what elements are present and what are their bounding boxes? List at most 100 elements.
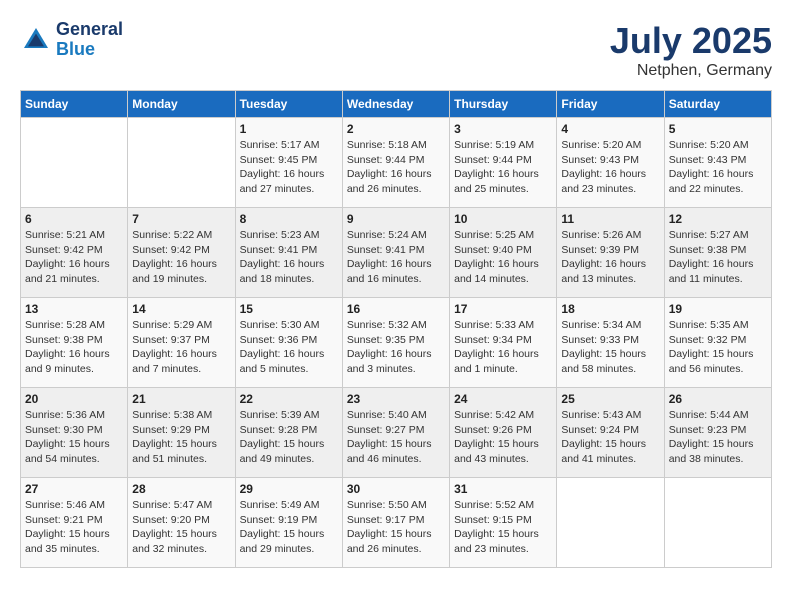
calendar-cell: 5 Sunrise: 5:20 AM Sunset: 9:43 PM Daylig… bbox=[664, 118, 771, 208]
calendar-cell: 19 Sunrise: 5:35 AM Sunset: 9:32 PM Dayli… bbox=[664, 298, 771, 388]
calendar-cell: 24 Sunrise: 5:42 AM Sunset: 9:26 PM Dayli… bbox=[450, 388, 557, 478]
calendar-cell: 21Sunrise: 5:38 AM Sunset: 9:29 PM Dayli… bbox=[128, 388, 235, 478]
day-info: Sunrise: 5:43 AM Sunset: 9:24 PM Dayligh… bbox=[561, 408, 659, 467]
week-row-3: 20 Sunrise: 5:36 AM Sunset: 9:30 PM Dayli… bbox=[21, 388, 772, 478]
day-info: Sunrise: 5:34 AM Sunset: 9:33 PM Dayligh… bbox=[561, 318, 659, 377]
calendar-cell: 18 Sunrise: 5:34 AM Sunset: 9:33 PM Dayli… bbox=[557, 298, 664, 388]
week-row-0: 1 Sunrise: 5:17 AM Sunset: 9:45 PM Daylig… bbox=[21, 118, 772, 208]
day-number: 14 bbox=[132, 302, 230, 316]
day-info: Sunrise: 5:24 AM Sunset: 9:41 PM Dayligh… bbox=[347, 228, 445, 287]
day-number: 1 bbox=[240, 122, 338, 136]
subtitle: Netphen, Germany bbox=[610, 62, 772, 80]
calendar-cell: 17 Sunrise: 5:33 AM Sunset: 9:34 PM Dayli… bbox=[450, 298, 557, 388]
day-info: Sunrise: 5:46 AM Sunset: 9:21 PM Dayligh… bbox=[25, 498, 123, 557]
day-info: Sunrise: 5:39 AM Sunset: 9:28 PM Dayligh… bbox=[240, 408, 338, 467]
day-number: 30 bbox=[347, 482, 445, 496]
calendar-cell: 1 Sunrise: 5:17 AM Sunset: 9:45 PM Daylig… bbox=[235, 118, 342, 208]
day-info: Sunrise: 5:52 AM Sunset: 9:15 PM Dayligh… bbox=[454, 498, 552, 557]
calendar-cell bbox=[664, 478, 771, 568]
calendar-cell: 9Sunrise: 5:24 AM Sunset: 9:41 PM Daylig… bbox=[342, 208, 449, 298]
day-header-sunday: Sunday bbox=[21, 91, 128, 118]
day-info: Sunrise: 5:27 AM Sunset: 9:38 PM Dayligh… bbox=[669, 228, 767, 287]
calendar-cell bbox=[21, 118, 128, 208]
day-info: Sunrise: 5:21 AM Sunset: 9:42 PM Dayligh… bbox=[25, 228, 123, 287]
day-number: 16 bbox=[347, 302, 445, 316]
day-number: 20 bbox=[25, 392, 123, 406]
calendar-cell: 26 Sunrise: 5:44 AM Sunset: 9:23 PM Dayli… bbox=[664, 388, 771, 478]
day-number: 31 bbox=[454, 482, 552, 496]
day-info: Sunrise: 5:38 AM Sunset: 9:29 PM Dayligh… bbox=[132, 408, 230, 467]
day-info: Sunrise: 5:26 AM Sunset: 9:39 PM Dayligh… bbox=[561, 228, 659, 287]
title-area: July 2025 Netphen, Germany bbox=[610, 20, 772, 80]
day-header-friday: Friday bbox=[557, 91, 664, 118]
day-info: Sunrise: 5:23 AM Sunset: 9:41 PM Dayligh… bbox=[240, 228, 338, 287]
day-info: Sunrise: 5:20 AM Sunset: 9:43 PM Dayligh… bbox=[561, 138, 659, 197]
day-number: 27 bbox=[25, 482, 123, 496]
day-number: 19 bbox=[669, 302, 767, 316]
calendar-cell: 4 Sunrise: 5:20 AM Sunset: 9:43 PM Daylig… bbox=[557, 118, 664, 208]
day-number: 11 bbox=[561, 212, 659, 226]
day-header-thursday: Thursday bbox=[450, 91, 557, 118]
calendar-cell: 31 Sunrise: 5:52 AM Sunset: 9:15 PM Dayli… bbox=[450, 478, 557, 568]
page-header: General Blue July 2025 Netphen, Germany bbox=[20, 20, 772, 80]
day-number: 10 bbox=[454, 212, 552, 226]
day-info: Sunrise: 5:44 AM Sunset: 9:23 PM Dayligh… bbox=[669, 408, 767, 467]
calendar-cell: 6Sunrise: 5:21 AM Sunset: 9:42 PM Daylig… bbox=[21, 208, 128, 298]
day-number: 29 bbox=[240, 482, 338, 496]
day-number: 25 bbox=[561, 392, 659, 406]
day-info: Sunrise: 5:18 AM Sunset: 9:44 PM Dayligh… bbox=[347, 138, 445, 197]
day-info: Sunrise: 5:42 AM Sunset: 9:26 PM Dayligh… bbox=[454, 408, 552, 467]
day-number: 13 bbox=[25, 302, 123, 316]
calendar-cell: 30 Sunrise: 5:50 AM Sunset: 9:17 PM Dayli… bbox=[342, 478, 449, 568]
day-number: 5 bbox=[669, 122, 767, 136]
day-number: 28 bbox=[132, 482, 230, 496]
day-info: Sunrise: 5:20 AM Sunset: 9:43 PM Dayligh… bbox=[669, 138, 767, 197]
logo-text: General Blue bbox=[56, 20, 123, 60]
calendar-cell: 11 Sunrise: 5:26 AM Sunset: 9:39 PM Dayli… bbox=[557, 208, 664, 298]
day-header-saturday: Saturday bbox=[664, 91, 771, 118]
day-number: 4 bbox=[561, 122, 659, 136]
day-info: Sunrise: 5:40 AM Sunset: 9:27 PM Dayligh… bbox=[347, 408, 445, 467]
day-info: Sunrise: 5:32 AM Sunset: 9:35 PM Dayligh… bbox=[347, 318, 445, 377]
day-info: Sunrise: 5:50 AM Sunset: 9:17 PM Dayligh… bbox=[347, 498, 445, 557]
day-number: 24 bbox=[454, 392, 552, 406]
calendar-cell: 28 Sunrise: 5:47 AM Sunset: 9:20 PM Dayli… bbox=[128, 478, 235, 568]
day-header-tuesday: Tuesday bbox=[235, 91, 342, 118]
day-number: 23 bbox=[347, 392, 445, 406]
calendar-cell: 29 Sunrise: 5:49 AM Sunset: 9:19 PM Dayli… bbox=[235, 478, 342, 568]
day-info: Sunrise: 5:17 AM Sunset: 9:45 PM Dayligh… bbox=[240, 138, 338, 197]
calendar-cell: 8 Sunrise: 5:23 AM Sunset: 9:41 PM Daylig… bbox=[235, 208, 342, 298]
calendar-cell: 14 Sunrise: 5:29 AM Sunset: 9:37 PM Dayli… bbox=[128, 298, 235, 388]
day-number: 15 bbox=[240, 302, 338, 316]
calendar-cell: 25 Sunrise: 5:43 AM Sunset: 9:24 PM Dayli… bbox=[557, 388, 664, 478]
day-header-monday: Monday bbox=[128, 91, 235, 118]
calendar-cell: 23 Sunrise: 5:40 AM Sunset: 9:27 PM Dayli… bbox=[342, 388, 449, 478]
calendar-cell: 15 Sunrise: 5:30 AM Sunset: 9:36 PM Dayli… bbox=[235, 298, 342, 388]
day-info: Sunrise: 5:22 AM Sunset: 9:42 PM Dayligh… bbox=[132, 228, 230, 287]
day-info: Sunrise: 5:49 AM Sunset: 9:19 PM Dayligh… bbox=[240, 498, 338, 557]
calendar: SundayMondayTuesdayWednesdayThursdayFrid… bbox=[20, 90, 772, 568]
day-number: 26 bbox=[669, 392, 767, 406]
day-info: Sunrise: 5:35 AM Sunset: 9:32 PM Dayligh… bbox=[669, 318, 767, 377]
logo: General Blue bbox=[20, 20, 123, 60]
day-info: Sunrise: 5:36 AM Sunset: 9:30 PM Dayligh… bbox=[25, 408, 123, 467]
day-number: 2 bbox=[347, 122, 445, 136]
day-info: Sunrise: 5:28 AM Sunset: 9:38 PM Dayligh… bbox=[25, 318, 123, 377]
day-number: 17 bbox=[454, 302, 552, 316]
day-info: Sunrise: 5:47 AM Sunset: 9:20 PM Dayligh… bbox=[132, 498, 230, 557]
calendar-cell: 10Sunrise: 5:25 AM Sunset: 9:40 PM Dayli… bbox=[450, 208, 557, 298]
calendar-header-row: SundayMondayTuesdayWednesdayThursdayFrid… bbox=[21, 91, 772, 118]
logo-icon bbox=[20, 24, 52, 56]
day-info: Sunrise: 5:30 AM Sunset: 9:36 PM Dayligh… bbox=[240, 318, 338, 377]
day-number: 3 bbox=[454, 122, 552, 136]
day-number: 18 bbox=[561, 302, 659, 316]
day-info: Sunrise: 5:33 AM Sunset: 9:34 PM Dayligh… bbox=[454, 318, 552, 377]
calendar-cell: 3Sunrise: 5:19 AM Sunset: 9:44 PM Daylig… bbox=[450, 118, 557, 208]
day-number: 8 bbox=[240, 212, 338, 226]
calendar-cell: 13 Sunrise: 5:28 AM Sunset: 9:38 PM Dayli… bbox=[21, 298, 128, 388]
week-row-2: 13 Sunrise: 5:28 AM Sunset: 9:38 PM Dayli… bbox=[21, 298, 772, 388]
calendar-cell: 27 Sunrise: 5:46 AM Sunset: 9:21 PM Dayli… bbox=[21, 478, 128, 568]
day-info: Sunrise: 5:29 AM Sunset: 9:37 PM Dayligh… bbox=[132, 318, 230, 377]
calendar-cell: 16 Sunrise: 5:32 AM Sunset: 9:35 PM Dayli… bbox=[342, 298, 449, 388]
calendar-cell: 12Sunrise: 5:27 AM Sunset: 9:38 PM Dayli… bbox=[664, 208, 771, 298]
